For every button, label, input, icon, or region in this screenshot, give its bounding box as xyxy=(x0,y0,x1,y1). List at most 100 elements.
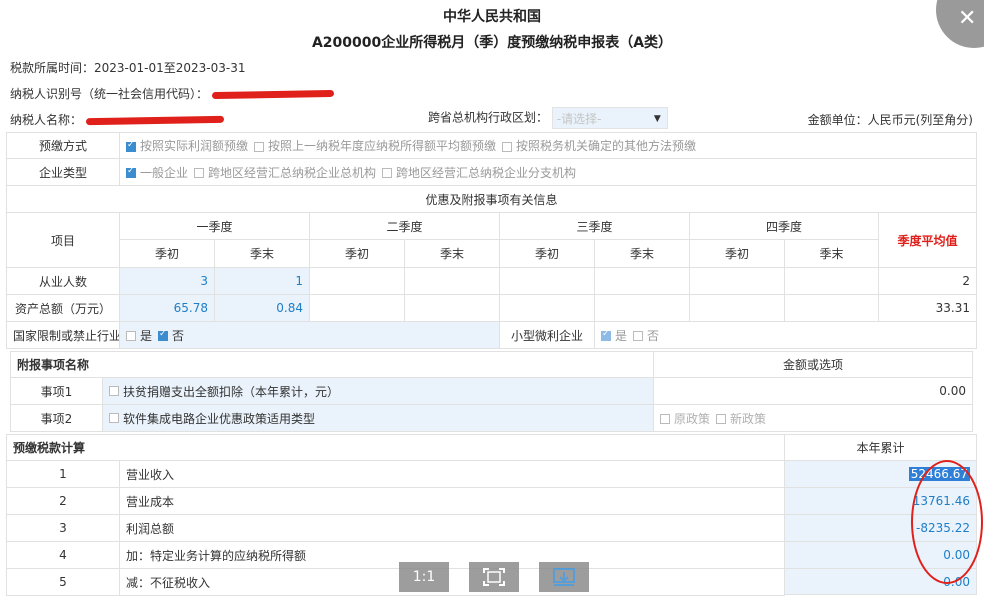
enterprise-option-general[interactable]: 一般企业 xyxy=(126,164,188,181)
prepay-method-options: 按照实际利润额预缴 按照上一纳税年度应纳税所得额平均额预缴 按照税务机关确定的其… xyxy=(120,132,977,159)
attached-items-header: 附报事项名称 xyxy=(10,351,654,378)
checkbox-icon xyxy=(660,414,670,424)
calc-row-name: 减：不征税收入 xyxy=(120,569,785,596)
assets-q1-start-input[interactable]: 65.78 xyxy=(120,295,215,322)
checkbox-icon xyxy=(254,141,265,152)
checkbox-icon xyxy=(126,331,136,341)
quarter-end-header: 季末 xyxy=(785,240,879,268)
small-enterprise-label: 小型微利企业 xyxy=(500,322,595,349)
fullscreen-icon xyxy=(483,568,505,586)
checkbox-checked-icon xyxy=(126,166,136,178)
quarter-start-header: 季初 xyxy=(310,240,405,268)
employees-q4-end xyxy=(785,268,879,295)
prepay-option-actual[interactable]: 按照实际利润额预缴 xyxy=(126,137,248,154)
employees-q2-end xyxy=(405,268,500,295)
taxpayer-name: 纳税人名称： xyxy=(10,111,224,128)
restricted-industry-label: 国家限制或禁止行业 xyxy=(6,322,120,349)
annotation-ellipse xyxy=(911,460,983,584)
quarter-start-header: 季初 xyxy=(120,240,215,268)
item-header: 项目 xyxy=(6,213,120,268)
redaction-mark xyxy=(85,115,224,126)
checkbox-checked-icon xyxy=(601,329,611,341)
software-ic-policy-type: 原政策 新政策 xyxy=(654,405,973,432)
tax-period: 税款所属时间：2023-01-01至2023-03-31 xyxy=(10,61,246,75)
region-select[interactable]: -请选择- ▼ xyxy=(551,107,668,129)
close-icon: ✕ xyxy=(958,6,977,31)
checkbox-icon xyxy=(382,168,393,178)
attached-item-label: 事项1 xyxy=(10,378,103,405)
new-policy-option[interactable]: 新政策 xyxy=(716,410,766,427)
form-country-title: 中华人民共和国 xyxy=(443,9,541,25)
download-button[interactable] xyxy=(539,562,589,592)
quarter-average-header: 季度平均值 xyxy=(879,213,977,268)
small-enterprise-options: 是 否 xyxy=(595,322,977,349)
assets-q4-start xyxy=(690,295,785,322)
calc-row-name: 营业收入 xyxy=(120,461,785,488)
quarter-start-header: 季初 xyxy=(500,240,595,268)
employees-q1-end-input[interactable]: 1 xyxy=(215,268,310,295)
assets-q3-start xyxy=(500,295,595,322)
small-no-option: 否 xyxy=(633,327,659,344)
actual-size-button[interactable]: 1:1 xyxy=(399,562,449,592)
calc-row-number: 2 xyxy=(6,488,120,515)
attached-value-header: 金额或选项 xyxy=(654,351,973,378)
employees-q3-start xyxy=(500,268,595,295)
amount-unit: 金额单位：人民币元(列至角分) xyxy=(807,113,973,127)
quarter-header: 四季度 xyxy=(690,213,879,240)
redaction-mark xyxy=(211,89,334,100)
checkbox-icon xyxy=(633,331,644,341)
employees-q1-start-input[interactable]: 3 xyxy=(120,268,215,295)
quarter-end-header: 季末 xyxy=(405,240,500,268)
fullscreen-button[interactable] xyxy=(469,562,519,592)
small-yes-option: 是 xyxy=(601,327,627,344)
assets-q2-start xyxy=(310,295,405,322)
restricted-no-option[interactable]: 否 xyxy=(158,327,184,344)
enterprise-option-branch[interactable]: 跨地区经营汇总纳税企业分支机构 xyxy=(382,164,576,181)
preferential-section-title: 优惠及附报事项有关信息 xyxy=(6,186,977,213)
prepay-option-other[interactable]: 按照税务机关确定的其他方法预缴 xyxy=(502,137,696,154)
region-select-group: 跨省总机构行政区划： -请选择- ▼ xyxy=(428,107,668,129)
employees-q2-start xyxy=(310,268,405,295)
assets-average: 33.31 xyxy=(879,295,977,322)
poverty-donation-amount[interactable]: 0.00 xyxy=(654,378,973,405)
assets-label: 资产总额（万元） xyxy=(6,295,120,322)
employees-q4-start xyxy=(690,268,785,295)
poverty-donation-option[interactable]: 扶贫捐赠支出全额扣除（本年累计，元） xyxy=(103,378,654,405)
calc-row-number: 4 xyxy=(6,542,120,569)
checkbox-checked-icon xyxy=(158,329,169,341)
ytd-header: 本年累计 xyxy=(785,434,977,461)
prepay-calc-header: 预缴税款计算 xyxy=(6,434,785,461)
taxpayer-id: 纳税人识别号（统一社会信用代码）： xyxy=(10,85,334,102)
checkbox-checked-icon xyxy=(126,140,136,152)
attached-item-label: 事项2 xyxy=(10,405,103,432)
old-policy-option[interactable]: 原政策 xyxy=(660,410,710,427)
quarter-header: 三季度 xyxy=(500,213,690,240)
assets-q3-end xyxy=(595,295,690,322)
prepay-option-average[interactable]: 按照上一纳税年度应纳税所得额平均额预缴 xyxy=(254,137,496,154)
quarter-end-header: 季末 xyxy=(215,240,310,268)
calc-row-number: 5 xyxy=(6,569,120,596)
caret-down-icon: ▼ xyxy=(653,114,661,124)
calc-row-number: 3 xyxy=(6,515,120,542)
checkbox-icon xyxy=(194,168,205,178)
checkbox-icon xyxy=(716,414,727,424)
assets-q4-end xyxy=(785,295,879,322)
quarter-header: 一季度 xyxy=(120,213,310,240)
download-icon xyxy=(553,568,575,586)
form-title: A200000企业所得税月（季）度预缴纳税申报表（A类） xyxy=(311,35,673,51)
assets-q1-end-input[interactable]: 0.84 xyxy=(215,295,310,322)
quarter-end-header: 季末 xyxy=(595,240,690,268)
calc-row-name: 加：特定业务计算的应纳税所得额 xyxy=(120,542,785,569)
checkbox-icon xyxy=(109,386,119,396)
enterprise-option-head[interactable]: 跨地区经营汇总纳税企业总机构 xyxy=(194,164,376,181)
calc-row-number: 1 xyxy=(6,461,120,488)
assets-q2-end xyxy=(405,295,500,322)
quarter-start-header: 季初 xyxy=(690,240,785,268)
enterprise-type-label: 企业类型 xyxy=(6,159,120,186)
employees-q3-end xyxy=(595,268,690,295)
calc-row-name: 营业成本 xyxy=(120,488,785,515)
calc-row-name: 利润总额 xyxy=(120,515,785,542)
restricted-yes-option[interactable]: 是 xyxy=(126,327,152,344)
software-ic-policy-option[interactable]: 软件集成电路企业优惠政策适用类型 xyxy=(103,405,654,432)
enterprise-type-options: 一般企业 跨地区经营汇总纳税企业总机构 跨地区经营汇总纳税企业分支机构 xyxy=(120,159,977,186)
